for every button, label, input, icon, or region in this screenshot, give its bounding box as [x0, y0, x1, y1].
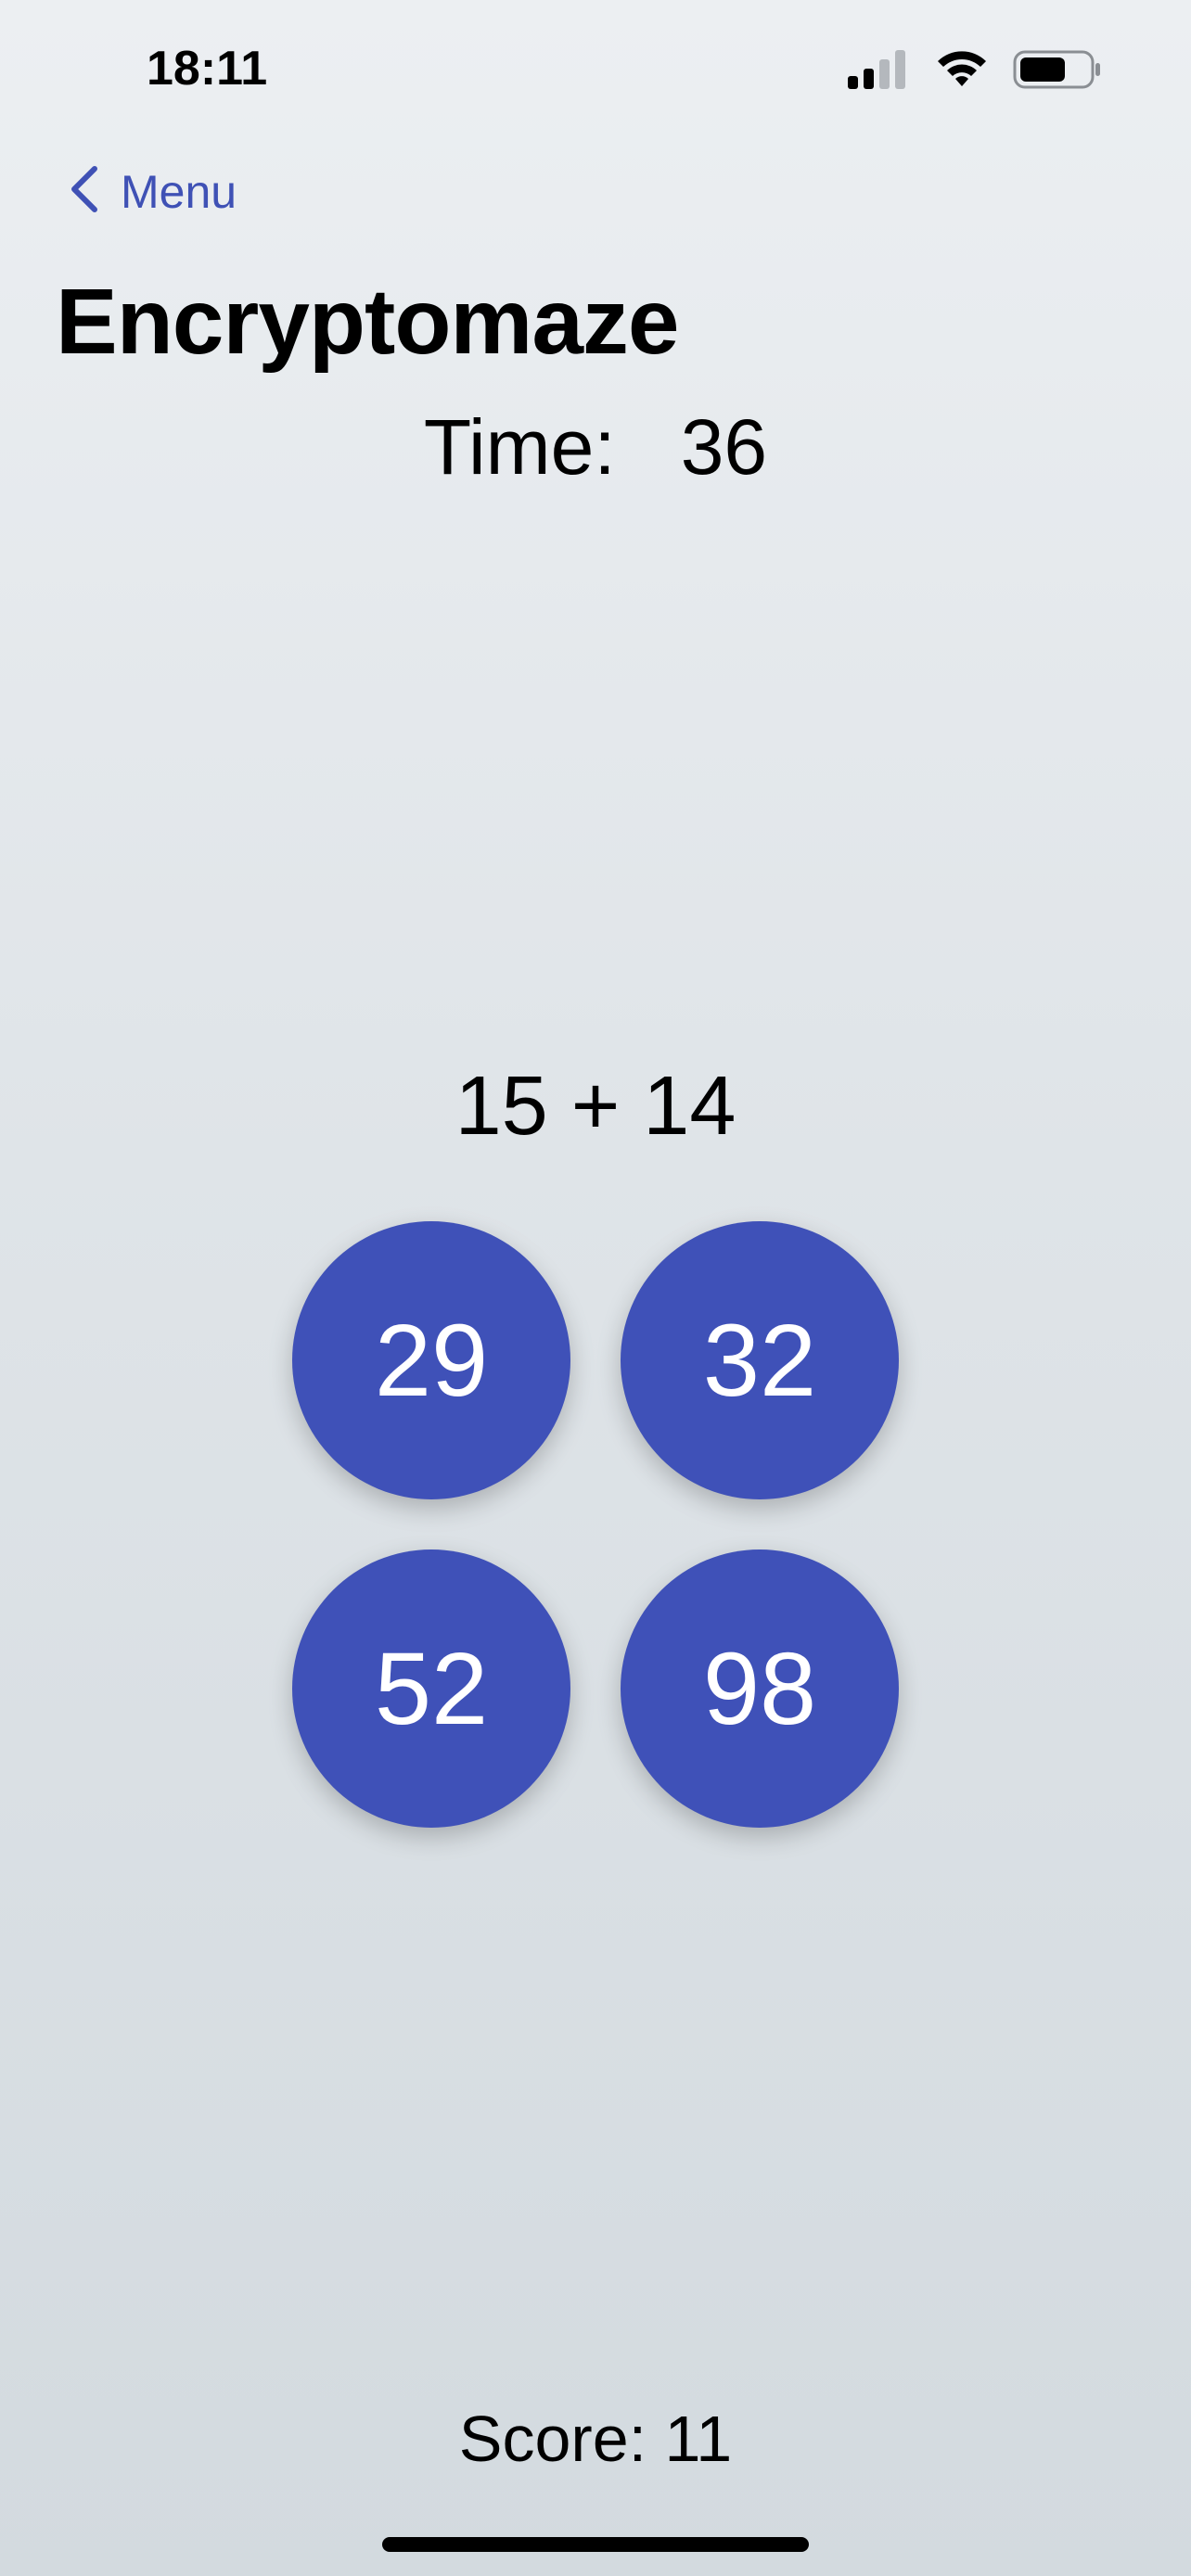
- back-button-label: Menu: [121, 165, 237, 218]
- timer: Time: 36: [0, 402, 1191, 492]
- chevron-left-icon: [67, 163, 104, 220]
- answer-button-1[interactable]: 29: [292, 1221, 570, 1499]
- cellular-signal-icon: [848, 48, 911, 96]
- status-time: 18:11: [147, 42, 268, 96]
- answer-button-3[interactable]: 52: [292, 1549, 570, 1828]
- home-indicator[interactable]: [382, 2537, 809, 2552]
- wifi-icon: [935, 49, 989, 95]
- back-button[interactable]: Menu: [67, 163, 237, 220]
- answer-button-4[interactable]: 98: [621, 1549, 899, 1828]
- page-title: Encryptomaze: [56, 270, 680, 374]
- equation: 15 + 14: [455, 1060, 736, 1153]
- timer-value: 36: [680, 403, 768, 491]
- score: Score: 11: [458, 2403, 733, 2475]
- timer-label: Time:: [423, 403, 616, 491]
- battery-icon: [1013, 49, 1102, 95]
- answer-button-2[interactable]: 32: [621, 1221, 899, 1499]
- status-icons: [848, 46, 1102, 96]
